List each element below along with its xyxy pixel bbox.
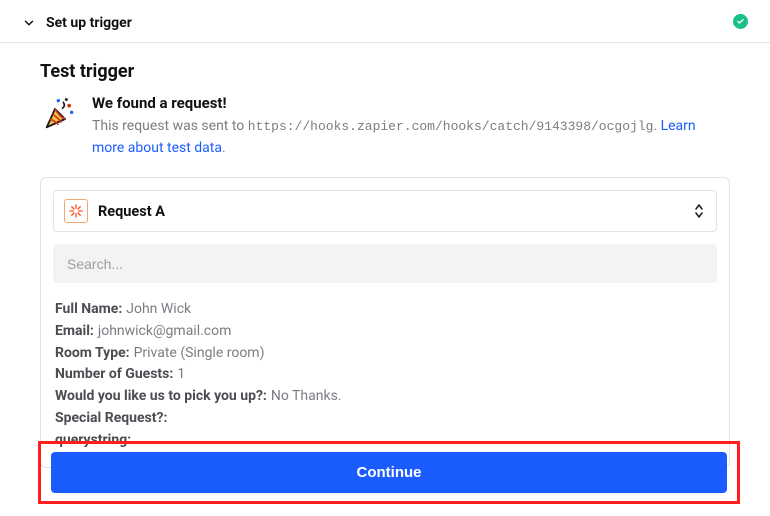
- record-value: 1: [177, 366, 185, 382]
- search-input[interactable]: [65, 255, 705, 273]
- subsection-title: Test trigger: [40, 61, 730, 82]
- section-header[interactable]: Set up trigger: [0, 0, 770, 43]
- chevron-down-icon: [20, 14, 38, 32]
- found-request-description: This request was sent to https://hooks.z…: [92, 116, 730, 159]
- continue-highlight-box: Continue: [38, 441, 740, 504]
- record-row: Room Type:Private (Single room): [55, 343, 717, 365]
- record-list: Full Name:John WickEmail:johnwick@gmail.…: [53, 299, 717, 451]
- sample-data-card: Request A Full Name:John WickEmail:johnw…: [40, 177, 730, 468]
- record-label: Full Name:: [55, 301, 122, 317]
- search-field[interactable]: [53, 244, 717, 283]
- webhook-url: https://hooks.zapier.com/hooks/catch/914…: [248, 119, 654, 134]
- test-trigger-panel: Test trigger We found a request! This re…: [0, 43, 770, 468]
- found-request-text: We found a request! This request was sen…: [92, 94, 730, 159]
- section-header-title: Set up trigger: [46, 15, 132, 31]
- record-label: Special Request?:: [55, 410, 167, 426]
- found-request-banner: We found a request! This request was sen…: [40, 94, 730, 159]
- record-row: Full Name:John Wick: [55, 299, 717, 321]
- record-value: johnwick@gmail.com: [98, 323, 232, 339]
- sample-selector-label: Request A: [98, 203, 692, 220]
- zapier-app-icon: [64, 199, 88, 223]
- found-request-title: We found a request!: [92, 94, 730, 112]
- record-label: Number of Guests:: [55, 366, 173, 382]
- record-value: Private (Single room): [134, 345, 265, 361]
- found-prefix: This request was sent to: [92, 118, 248, 134]
- record-row: Number of Guests:1: [55, 364, 717, 386]
- party-popper-icon: [40, 94, 80, 134]
- record-label: Would you like us to pick you up?:: [55, 388, 267, 404]
- sample-selector[interactable]: Request A: [53, 190, 717, 232]
- record-value: John Wick: [126, 301, 191, 317]
- record-value: No Thanks.: [271, 388, 342, 404]
- record-row: Special Request?:: [55, 408, 717, 430]
- record-row: Would you like us to pick you up?:No Tha…: [55, 386, 717, 408]
- record-row: Email:johnwick@gmail.com: [55, 321, 717, 343]
- status-complete-icon: [733, 14, 748, 29]
- record-label: Room Type:: [55, 345, 130, 361]
- record-label: Email:: [55, 323, 94, 339]
- found-sep: .: [653, 118, 660, 134]
- found-period: .: [222, 140, 226, 156]
- updown-arrows-icon: [692, 202, 706, 220]
- continue-button[interactable]: Continue: [51, 452, 727, 493]
